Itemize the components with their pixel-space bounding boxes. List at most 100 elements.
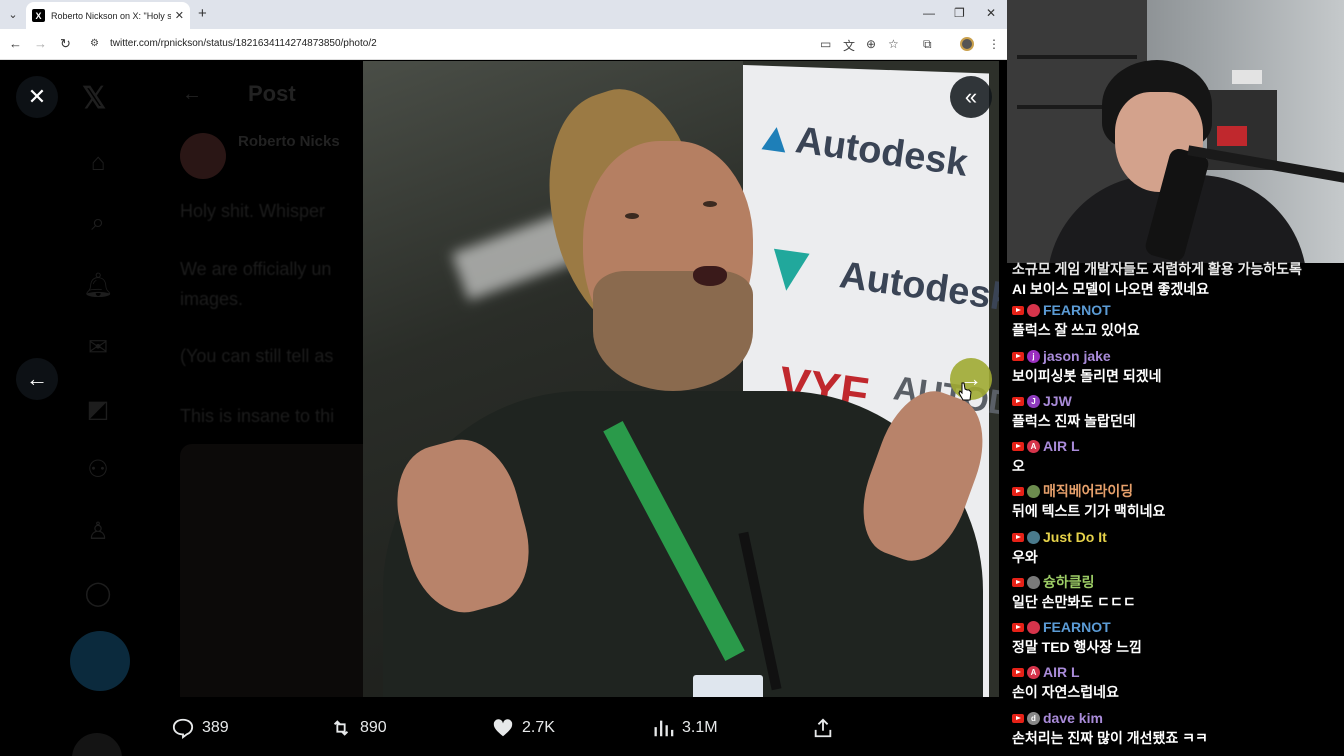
chat-message: d dave kim 손처리는 진짜 많이 개선됐죠 ㅋㅋ [1012, 709, 1342, 748]
explore-icon: ⌕ [91, 209, 105, 236]
chat-message: J JJW 플럭스 진짜 놀랍던데 [1012, 392, 1342, 431]
views-button[interactable]: 3.1M [652, 717, 718, 739]
reload-icon[interactable]: ↻ [60, 36, 71, 52]
chat-message: 슝하클링 일단 손만봐도 ㄷㄷㄷ [1012, 573, 1342, 612]
previous-photo-button[interactable]: ← [16, 358, 58, 400]
site-info-icon[interactable]: ⚙ [90, 38, 102, 50]
repost-button[interactable]: 890 [330, 717, 387, 739]
chat-message: 매직베어라이딩 뒤에 텍스트 기가 맥히네요 [1012, 482, 1342, 521]
chat-text: 플럭스 잘 쓰고 있어요 [1012, 322, 1140, 338]
profile-icon: ♙ [87, 518, 109, 545]
views-icon [654, 720, 674, 737]
chat-text: 일단 손만봐도 ㄷㄷㄷ [1012, 594, 1136, 610]
tab-close-icon[interactable]: ✕ [175, 9, 184, 22]
collapse-panel-button[interactable]: « [950, 76, 992, 118]
author-avatar [180, 133, 226, 179]
post-text-line: (You can still tell as [180, 346, 334, 366]
forward-icon[interactable]: → [34, 36, 47, 51]
chat-username: FEARNOT [1043, 619, 1111, 635]
x-logo-icon: 𝕏 [82, 82, 107, 115]
notifications-icon: 🔔︎ [82, 272, 114, 299]
tab-search-icon[interactable]: ⌄ [4, 5, 22, 23]
chat-partial-line: 소규모 게임 개발자들도 저렴하게 활용 가능하도록 [1012, 261, 1302, 277]
chat-text: 정말 TED 행사장 느낌 [1012, 639, 1142, 655]
chat-text: 보이피싱봇 돌리면 되겠네 [1012, 368, 1162, 384]
user-avatar [1027, 303, 1040, 317]
red-object [1217, 126, 1247, 146]
restore-icon[interactable]: ❐ [954, 6, 965, 20]
youtube-icon [1012, 532, 1024, 542]
chat-message: FEARNOT 플럭스 잘 쓰고 있어요 [1012, 301, 1342, 340]
post-text-line: images. [180, 289, 244, 309]
reply-icon [172, 718, 194, 739]
account-avatar-blurred [72, 733, 122, 756]
hand-cursor-icon [958, 382, 972, 401]
new-tab-icon[interactable]: + [198, 5, 207, 23]
chat-username: JJW [1043, 393, 1072, 409]
youtube-icon [1012, 577, 1024, 587]
messages-icon: ✉ [87, 334, 109, 361]
youtube-icon [1012, 441, 1024, 451]
chat-text: 플럭스 진짜 놀랍던데 [1012, 413, 1136, 429]
home-icon: ⌂ [90, 149, 106, 176]
speaker-beard [593, 271, 753, 391]
youtube-icon [1012, 305, 1024, 315]
user-avatar: J [1027, 394, 1040, 408]
post-back-icon: ← [182, 83, 202, 105]
youtube-icon [1012, 486, 1024, 496]
user-avatar [1027, 484, 1040, 498]
youtube-icon [1012, 351, 1024, 361]
speaker-eye [625, 213, 639, 219]
name-badge [693, 675, 763, 697]
chat-text: 우와 [1012, 549, 1038, 565]
chat-username: dave kim [1043, 710, 1103, 726]
post-text-line: We are officially un [180, 259, 332, 279]
chat-message: A AIR L 오 [1012, 437, 1342, 476]
menu-kebab-icon[interactable]: ⋮ [988, 37, 1000, 51]
reply-button[interactable]: 389 [172, 717, 229, 739]
translate-icon[interactable]: 文 [843, 37, 855, 54]
back-icon[interactable]: ← [9, 36, 22, 51]
youtube-icon [1012, 713, 1024, 723]
view-count: 3.1M [682, 719, 718, 736]
author-name: Roberto Nicks [238, 133, 340, 150]
reply-count: 389 [202, 719, 229, 736]
address-bar[interactable]: twitter.com/rpnickson/status/18216341142… [110, 38, 377, 49]
autodesk-logo-icon [761, 125, 789, 153]
chat-username: AIR L [1043, 664, 1080, 680]
post-button-blurred [70, 631, 130, 691]
extensions-icon[interactable]: ⧉ [923, 37, 932, 52]
share-button[interactable] [812, 717, 834, 739]
profile-avatar[interactable] [960, 37, 974, 51]
like-count: 2.7K [522, 719, 555, 736]
user-avatar: A [1027, 439, 1040, 453]
like-button[interactable]: 2.7K [492, 717, 555, 739]
speaker-mouth [693, 266, 727, 286]
chat-text: 뒤에 텍스트 기가 맥히네요 [1012, 503, 1166, 519]
browser-toolbar: ← → ↻ ⚙ twitter.com/rpnickson/status/182… [0, 29, 1007, 60]
chat-text: 손이 자연스럽네요 [1012, 684, 1119, 700]
streamer-panel: 소규모 게임 개발자들도 저렴하게 활용 가능하도록 AI 보이스 모델이 나오… [1007, 0, 1344, 756]
youtube-icon [1012, 622, 1024, 632]
zoom-icon[interactable]: ⊕ [866, 37, 876, 51]
chat-username: Just Do It [1043, 529, 1107, 545]
chat-username: AIR L [1043, 438, 1080, 454]
bookmark-star-icon[interactable]: ☆ [888, 37, 899, 51]
active-tab[interactable]: X Roberto Nickson on X: "Holy s ✕ [26, 2, 190, 29]
media-action-bar: 389 890 2.7K 3.1M [160, 697, 1007, 756]
minimize-icon[interactable]: — [923, 6, 935, 20]
live-chat: 소규모 게임 개발자들도 저렴하게 활용 가능하도록 AI 보이스 모델이 나오… [1007, 261, 1344, 756]
post-header: Post [248, 81, 296, 106]
chat-message: Just Do It 우와 [1012, 528, 1342, 567]
chat-message: FEARNOT 정말 TED 행사장 느낌 [1012, 618, 1342, 657]
user-avatar: j [1027, 349, 1040, 363]
user-avatar: d [1027, 711, 1040, 725]
chat-username: 매직베어라이딩 [1043, 483, 1134, 499]
close-viewer-button[interactable]: ✕ [16, 76, 58, 118]
speaker-eye [703, 201, 717, 207]
cast-icon[interactable]: ▭ [820, 37, 831, 51]
repost-icon [333, 720, 349, 736]
close-window-icon[interactable]: ✕ [986, 6, 996, 20]
chat-username: 슝하클링 [1043, 574, 1095, 590]
user-avatar [1027, 575, 1040, 589]
